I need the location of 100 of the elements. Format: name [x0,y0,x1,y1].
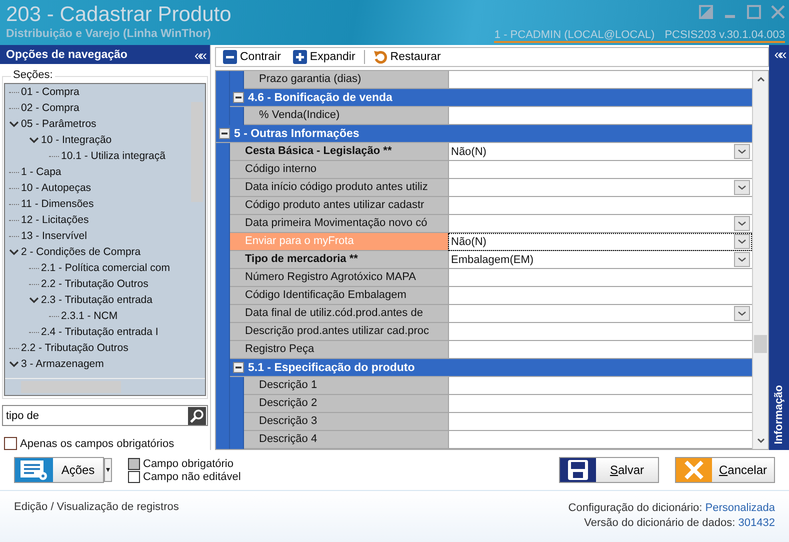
legend-label: Campo não editável [143,470,241,482]
dropdown-icon[interactable] [734,144,750,159]
tree-item[interactable]: 2.2 - Tributação Outros [21,342,128,354]
toolbar-button[interactable]: Restaurar [364,50,444,64]
checkbox[interactable] [4,437,17,450]
cancel-button[interactable]: Cancelar [675,457,775,483]
tree-item[interactable]: 10.1 - Utiliza integraçã [61,150,166,162]
search-input[interactable]: tipo de [6,410,188,422]
scroll-down-icon[interactable] [756,437,766,445]
minus-icon [223,50,237,64]
tree-item[interactable]: 10 - Integração [41,134,112,146]
field-value[interactable] [448,395,752,413]
field-label: Código Identificação Embalagem [230,287,448,305]
section-header[interactable]: 4.6 - Bonificação de venda [230,89,752,107]
tree-item[interactable]: 05 - Parâmetros [21,118,96,130]
scroll-up-icon[interactable] [756,75,766,83]
status-value: Personalizada [705,502,775,514]
collapse-box-icon[interactable] [233,92,244,103]
section-header[interactable]: 5 - Outras Informações [216,125,752,143]
restore-icon[interactable] [699,5,713,19]
field-value[interactable] [448,323,752,341]
tree-item[interactable]: 02 - Compra [21,102,80,114]
tree-item[interactable]: 2.1 - Política comercial com [41,262,170,274]
section-header[interactable]: 5.1 - Especificação do produto [230,359,752,377]
tree-item[interactable]: 10 - Autopeças [21,182,92,194]
field-label: Cesta Básica - Legislação ** [230,143,448,161]
tree-item[interactable]: 13 - Inservível [21,230,87,242]
collapse-box-icon[interactable] [219,128,230,139]
field-value[interactable] [448,305,752,323]
field-value-text: Não(N) [451,146,486,158]
indent-bar [230,431,244,449]
chevron-down-icon[interactable] [9,120,19,128]
dropdown-icon[interactable] [734,216,750,231]
tree-item[interactable]: 2.4 - Tributação entrada I [41,326,158,338]
toolbar-button[interactable]: Expandir [290,50,358,64]
actions-button[interactable]: Ações [14,457,104,483]
toolbar-button[interactable]: Contrair [220,50,284,64]
chevron-down-icon[interactable] [9,360,19,368]
window-title: 203 - Cadastrar Produto [6,2,232,28]
info-panel[interactable]: «« Informação [769,45,789,450]
dropdown-icon[interactable] [734,180,750,195]
dropdown-icon[interactable] [734,234,750,249]
dropdown-icon[interactable] [734,252,750,267]
tree-item[interactable]: 01 - Compra [21,86,80,98]
horizontal-scrollbar[interactable] [5,378,205,395]
field-value[interactable] [448,413,752,431]
field-value[interactable] [448,179,752,197]
collapse-button[interactable]: «« [194,48,204,62]
info-panel-label: Informação [773,384,785,444]
field-value[interactable] [448,161,752,179]
close-icon [683,459,705,481]
scroll-thumb[interactable] [754,335,767,353]
chevron-down-icon[interactable] [29,296,39,304]
tree-item[interactable]: 2.3.1 - NCM [61,310,118,322]
tree-item[interactable]: 12 - Licitações [21,214,89,226]
search-field[interactable]: tipo de [2,405,208,426]
field-value[interactable] [448,197,752,215]
field-value[interactable] [448,287,752,305]
scrollbar[interactable] [752,71,768,449]
indent-bar [230,377,244,395]
status-label: Versão do dicionário de dados: [584,517,736,529]
field-value[interactable] [448,431,752,449]
tree-item[interactable]: 1 - Capa [21,166,62,178]
field-label: % Venda(Indice) [244,107,448,125]
field-label: Descrição 3 [244,413,448,431]
tree-item[interactable]: 2 - Condições de Compra [21,246,141,258]
field-label: Código interno [230,161,448,179]
field-value[interactable] [448,377,752,395]
save-button[interactable]: Salvar [559,457,659,483]
field-label: Código produto antes utilizar cadastr [230,197,448,215]
tree-item[interactable]: 3 - Armazenagem [21,358,104,370]
dropdown-icon[interactable] [734,306,750,321]
search-icon[interactable] [188,406,206,424]
window-subtitle: Distribuição e Varejo (Linha WinThor) [6,28,212,40]
tree-item[interactable]: 2.3 - Tributação entrada [41,294,152,306]
scrollbar[interactable] [189,84,205,378]
caret-icon[interactable] [104,458,112,482]
collapse-box-icon[interactable] [233,362,244,373]
field-value-text: Não(N) [451,236,486,248]
collapse-button[interactable]: «« [774,47,784,61]
close-icon[interactable] [771,5,785,19]
navigation-title: Opções de navegação [6,48,128,60]
field-value[interactable]: Embalagem(EM) [448,251,752,269]
status-label: Configuração do dicionário: [568,502,702,514]
list-settings-icon [15,458,53,482]
field-value[interactable] [448,269,752,287]
save-icon [567,459,589,481]
field-label: Data início código produto antes utiliz [230,179,448,197]
indent-bar [216,107,230,125]
indent-bar [216,143,230,161]
field-value[interactable] [448,215,752,233]
tree-item[interactable]: 2.2 - Tributação Outros [41,278,148,290]
field-value[interactable]: Não(N) [448,233,752,251]
field-value[interactable]: Não(N) [448,143,752,161]
chevron-down-icon[interactable] [9,248,19,256]
tree-item[interactable]: 11 - Dimensões [21,198,94,210]
chevron-down-icon[interactable] [29,136,39,144]
undo-icon [373,50,388,64]
field-label: Número Registro Agrotóxico MAPA [230,269,448,287]
maximize-icon[interactable] [747,5,761,19]
